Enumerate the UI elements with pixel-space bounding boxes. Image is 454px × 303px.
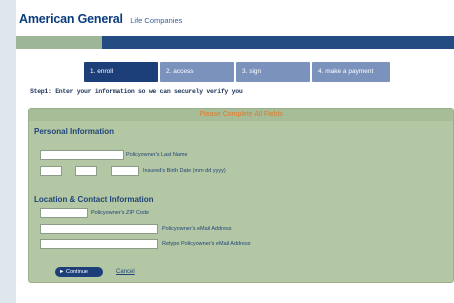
step-enroll[interactable]: 1. enroll	[84, 62, 158, 82]
brand-subtitle: Life Companies	[130, 16, 183, 25]
header-bar-blue	[102, 36, 454, 49]
zip-code-input[interactable]	[40, 208, 88, 218]
birth-day-input[interactable]	[75, 166, 97, 176]
company-logo: American General Life Companies	[19, 10, 182, 28]
cancel-link[interactable]: Cancel	[116, 267, 135, 277]
email-input[interactable]	[40, 224, 158, 234]
last-name-label: Policyowner's Last Name	[126, 152, 188, 158]
page: American General Life Companies 1. enrol…	[16, 0, 454, 303]
header-bar-green	[16, 36, 102, 49]
step-instruction: Step1: Enter your information so we can …	[30, 88, 243, 95]
email-retype-input[interactable]	[40, 239, 158, 249]
brand-name: American General	[19, 12, 123, 26]
last-name-input[interactable]	[40, 150, 124, 160]
email-label: Policyowner's eMail Address	[162, 226, 232, 232]
email-retype-label: Retype Policyowner's eMail Address	[162, 241, 251, 247]
zip-code-label: Policyowner's ZIP Code	[91, 210, 150, 216]
form-header: Please Complete All Fields	[29, 109, 453, 121]
birth-year-input[interactable]	[111, 166, 139, 176]
header-bar	[16, 36, 454, 49]
enrollment-form: Please Complete All Fields Personal Info…	[28, 108, 454, 283]
step-make-payment[interactable]: 4. make a payment	[312, 62, 390, 82]
continue-button[interactable]: ► Continue	[55, 267, 103, 277]
birth-date-label: Insured's Birth Date (mm dd yyyy)	[143, 168, 226, 174]
step-sign[interactable]: 3. sign	[236, 62, 310, 82]
birth-month-input[interactable]	[40, 166, 62, 176]
personal-info-title: Personal Information	[34, 127, 115, 136]
location-contact-title: Location & Contact Information	[34, 195, 154, 204]
step-access[interactable]: 2. access	[160, 62, 234, 82]
